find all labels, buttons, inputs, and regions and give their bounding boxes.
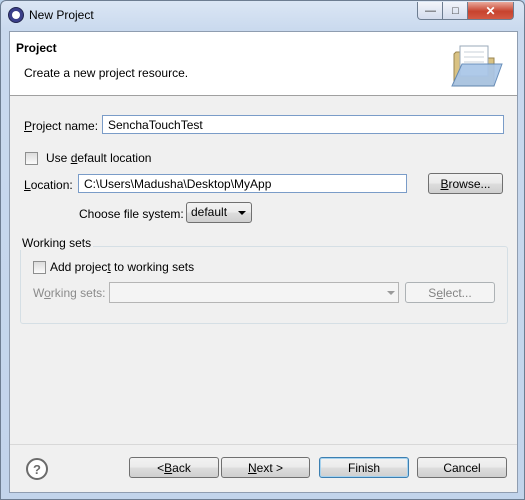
window-title: New Project [29,8,94,22]
finish-button[interactable]: Finish [319,457,409,478]
new-project-dialog: New Project — □ ✕ Project Create a new p… [0,0,525,500]
dialog-client-area: Project Create a new project resource. P… [9,31,518,493]
help-icon[interactable]: ? [26,458,48,480]
chevron-down-icon [387,291,395,295]
add-to-working-sets-checkbox[interactable] [33,261,46,274]
use-default-location-checkbox[interactable] [25,152,38,165]
wizard-page-description: Create a new project resource. [24,66,189,80]
cancel-button[interactable]: Cancel [417,457,507,478]
file-system-selected-value: default [191,205,228,219]
working-sets-dropdown[interactable] [109,282,399,303]
minimize-button[interactable]: — [417,2,444,20]
file-system-label: Choose file system: [79,207,184,221]
add-to-working-sets-label: Add project to working sets [50,260,195,274]
select-working-sets-button[interactable]: Se lect... [405,282,495,303]
project-name-label: Project name: [24,119,99,133]
eclipse-app-icon [8,7,24,23]
file-system-dropdown[interactable]: default [186,202,252,223]
use-default-location-label: Use default location [46,151,152,165]
title-bar[interactable]: New Project — □ ✕ [1,1,524,29]
wizard-banner: Project Create a new project resource. [10,32,517,96]
browse-button[interactable]: Browse... [428,173,503,194]
footer-separator [10,444,517,445]
next-button[interactable]: Next > [221,457,310,478]
working-sets-group-title: Working sets [20,236,94,250]
maximize-button[interactable]: □ [442,2,469,20]
back-button[interactable]: < Back [129,457,219,478]
project-name-input[interactable]: SenchaTouchTest [102,115,504,134]
working-sets-label: Working sets: [33,286,106,300]
chevron-down-icon [238,211,246,215]
location-label: Location: [24,178,73,192]
open-folder-icon [451,45,503,87]
close-button[interactable]: ✕ [467,2,514,20]
location-input[interactable]: C:\Users\Madusha\Desktop\MyApp [78,174,407,193]
wizard-page-title: Project [16,41,57,55]
